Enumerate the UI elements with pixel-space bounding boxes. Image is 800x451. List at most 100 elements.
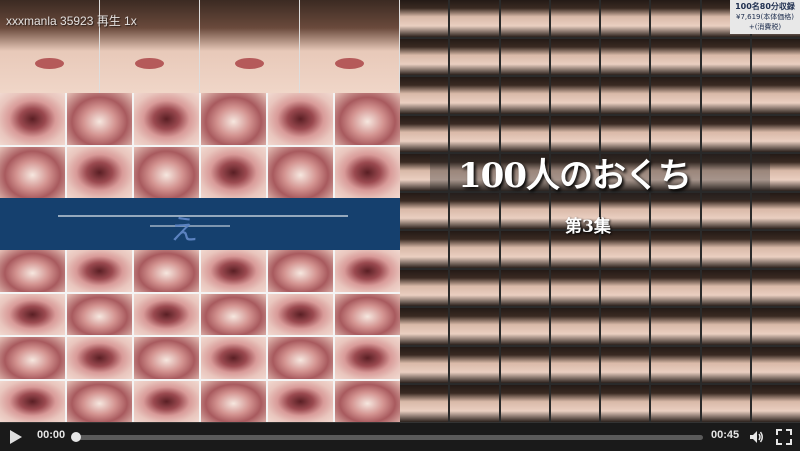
portrait-photo	[651, 0, 700, 37]
mouth-photo	[134, 146, 199, 198]
portrait-photo	[601, 0, 650, 37]
mouth-photo	[0, 146, 65, 198]
portrait-photo	[500, 269, 549, 307]
portrait-photo	[400, 269, 449, 307]
portrait-photo	[500, 77, 549, 114]
cover-left-panel: え	[0, 0, 400, 422]
portrait-photo	[601, 269, 650, 307]
seek-handle[interactable]	[71, 432, 81, 442]
portrait-photo	[550, 115, 599, 153]
portrait-photo	[450, 346, 499, 384]
portrait-photo	[601, 346, 650, 384]
fullscreen-icon[interactable]	[776, 429, 792, 445]
portrait-photo	[751, 231, 800, 268]
mouth-photo	[134, 250, 199, 292]
mouth-photo	[67, 250, 132, 292]
portrait-photo	[751, 115, 800, 153]
portrait-photo	[550, 308, 599, 345]
portrait-photo	[701, 385, 750, 422]
portrait-photo	[550, 0, 599, 37]
portrait-photo	[450, 115, 499, 153]
mouth-photo	[335, 146, 400, 198]
portrait-photo	[601, 385, 650, 422]
mouth-photo	[335, 93, 400, 145]
portrait-photo	[550, 346, 599, 384]
mouth-photo	[201, 93, 266, 145]
portrait-photo	[751, 77, 800, 114]
mouth-photo	[67, 293, 132, 335]
mouth-photo	[0, 337, 65, 379]
mouth-photo	[0, 93, 65, 145]
portrait-photo	[400, 346, 449, 384]
mouth-photo	[201, 250, 266, 292]
cover-subtitle: 第3集	[565, 217, 611, 237]
portrait-photo	[651, 346, 700, 384]
portrait-photo	[701, 231, 750, 268]
mouth-photo-grid-top	[0, 93, 400, 198]
portrait-photo	[651, 38, 700, 76]
portrait-photo	[450, 385, 499, 422]
price-badge: 100名80分収録 ¥7,619(本体価格) +(消費税)	[730, 0, 800, 34]
portrait-photo	[550, 77, 599, 114]
portrait-photo	[701, 77, 750, 114]
portrait-photo	[550, 38, 599, 76]
portrait-photo	[450, 77, 499, 114]
portrait-photo	[701, 115, 750, 153]
portrait-photo	[500, 231, 549, 268]
portrait-photo	[450, 0, 499, 37]
portrait-grid	[400, 0, 800, 422]
play-icon[interactable]	[10, 430, 22, 444]
mouth-photo	[134, 293, 199, 335]
mouth-photo	[134, 337, 199, 379]
portrait-photo	[400, 115, 449, 153]
fine-print-line	[58, 215, 348, 217]
mouth-photo	[67, 93, 132, 145]
mouth-photo	[201, 293, 266, 335]
face-photo	[200, 0, 300, 93]
volume-icon[interactable]	[748, 429, 764, 445]
portrait-photo	[400, 385, 449, 422]
portrait-photo	[701, 38, 750, 76]
video-frame[interactable]: え 100人のおくち 第3集 100名80分収録 ¥7,619(本体価格) +(…	[0, 0, 800, 422]
seek-bar[interactable]	[74, 435, 703, 440]
cover-title: 100人のおくち	[458, 156, 692, 196]
portrait-photo	[751, 38, 800, 76]
portrait-photo	[500, 38, 549, 76]
portrait-photo	[601, 38, 650, 76]
portrait-photo	[701, 269, 750, 307]
mouth-photo	[201, 337, 266, 379]
portrait-photo	[450, 269, 499, 307]
portrait-photo	[400, 0, 449, 37]
portrait-photo	[651, 115, 700, 153]
duration-time: 00:45	[711, 429, 740, 441]
mouth-photo	[335, 337, 400, 379]
portrait-photo	[751, 385, 800, 422]
studio-logo-icon: え	[170, 213, 199, 246]
portrait-photo	[450, 308, 499, 345]
player-controls: 00:00 00:45	[0, 422, 800, 451]
current-time: 00:00	[37, 429, 66, 441]
cover-right-panel: 100人のおくち 第3集 100名80分収録 ¥7,619(本体価格) +(消費…	[400, 0, 800, 422]
face-photo	[300, 0, 400, 93]
mouth-photo	[67, 146, 132, 198]
mouth-photo	[0, 380, 65, 422]
mouth-photo	[268, 337, 333, 379]
portrait-photo	[500, 346, 549, 384]
mouth-photo	[335, 380, 400, 422]
badge-main-text: 100名80分収録	[735, 2, 795, 11]
mouth-photo	[268, 93, 333, 145]
mouth-photo-grid-bottom	[0, 250, 400, 422]
mouth-photo	[268, 380, 333, 422]
portrait-photo	[550, 385, 599, 422]
mouth-photo	[134, 380, 199, 422]
portrait-photo	[601, 115, 650, 153]
mouth-photo	[0, 293, 65, 335]
portrait-photo	[651, 231, 700, 268]
portrait-photo	[500, 385, 549, 422]
mouth-photo	[67, 337, 132, 379]
portrait-photo	[500, 308, 549, 345]
portrait-photo	[751, 346, 800, 384]
mouth-photo	[67, 380, 132, 422]
mouth-photo	[268, 293, 333, 335]
portrait-photo	[400, 38, 449, 76]
